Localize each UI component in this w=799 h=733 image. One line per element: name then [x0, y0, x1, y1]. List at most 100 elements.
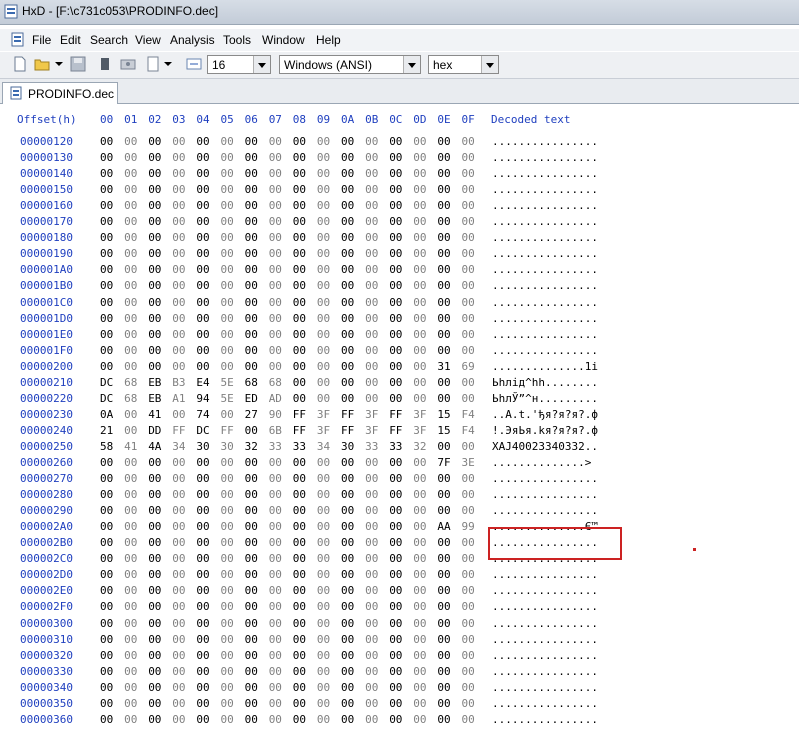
hex-byte[interactable]: 00	[269, 504, 287, 517]
hex-byte[interactable]: 00	[196, 183, 214, 196]
hex-byte[interactable]: 00	[245, 183, 263, 196]
hex-byte[interactable]: 00	[317, 520, 335, 533]
hex-byte[interactable]: 00	[389, 472, 407, 485]
hex-byte[interactable]: 00	[124, 568, 142, 581]
hex-byte[interactable]: 00	[389, 584, 407, 597]
hex-byte[interactable]: 00	[413, 504, 431, 517]
hex-byte[interactable]: 00	[172, 296, 190, 309]
hex-byte[interactable]: 00	[148, 488, 166, 501]
hex-byte[interactable]: 00	[124, 167, 142, 180]
hex-byte[interactable]: DD	[148, 424, 166, 437]
hex-byte[interactable]: 00	[148, 584, 166, 597]
hex-byte[interactable]: 00	[437, 600, 455, 613]
hex-byte[interactable]: 00	[100, 328, 118, 341]
hex-byte[interactable]: 00	[413, 135, 431, 148]
hex-byte[interactable]: 00	[389, 247, 407, 260]
hex-byte[interactable]: 00	[293, 472, 311, 485]
hex-byte[interactable]: 00	[221, 199, 239, 212]
hex-byte[interactable]: 00	[100, 247, 118, 260]
hex-byte[interactable]: 00	[124, 600, 142, 613]
hex-byte[interactable]: 00	[221, 263, 239, 276]
hex-byte[interactable]: 00	[341, 520, 359, 533]
hex-byte[interactable]: 00	[148, 456, 166, 469]
chevron-down-icon[interactable]	[481, 56, 498, 73]
hex-byte[interactable]: 00	[437, 488, 455, 501]
hex-byte[interactable]: 00	[100, 151, 118, 164]
hex-byte[interactable]: 00	[462, 472, 480, 485]
hex-byte[interactable]: 00	[365, 135, 383, 148]
hex-byte[interactable]: 00	[172, 151, 190, 164]
hex-byte[interactable]: 00	[245, 360, 263, 373]
hex-byte[interactable]: 00	[365, 344, 383, 357]
hex-byte[interactable]: 00	[293, 584, 311, 597]
hex-byte[interactable]: 00	[437, 697, 455, 710]
hex-byte[interactable]: 00	[100, 263, 118, 276]
hex-byte[interactable]: 00	[389, 296, 407, 309]
hex-row[interactable]: 000001C0 00 00 00 00 00 00 00 00 00 00 00 00 00 00 00 00…	[0, 296, 799, 312]
hex-byte[interactable]: 00	[389, 600, 407, 613]
hex-byte[interactable]: 00	[462, 665, 480, 678]
hex-byte[interactable]: 00	[172, 312, 190, 325]
hex-byte[interactable]: 00	[148, 617, 166, 630]
hex-byte[interactable]: 00	[293, 215, 311, 228]
hex-byte[interactable]: 34	[317, 440, 335, 453]
hex-row[interactable]: 00000280 00 00 00 00 00 00 00 00 00 00 00 00 00 00 00 00…	[0, 488, 799, 504]
hex-byte[interactable]: 00	[293, 199, 311, 212]
hex-row[interactable]: 00000180 00 00 00 00 00 00 00 00 00 00 00 00 00 00 00 00…	[0, 231, 799, 247]
hex-byte[interactable]: 00	[196, 360, 214, 373]
hex-byte[interactable]: 00	[341, 344, 359, 357]
hex-byte[interactable]: 00	[172, 328, 190, 341]
hex-byte[interactable]: 00	[196, 600, 214, 613]
hex-byte[interactable]: 00	[100, 552, 118, 565]
hex-byte[interactable]: 00	[437, 344, 455, 357]
hex-byte[interactable]: 00	[221, 633, 239, 646]
hex-byte[interactable]: DC	[100, 376, 118, 389]
hex-byte[interactable]: 00	[437, 584, 455, 597]
hex-byte[interactable]: 00	[462, 584, 480, 597]
hex-byte[interactable]: 00	[293, 312, 311, 325]
decoded-text[interactable]: ................	[492, 681, 598, 694]
hex-byte[interactable]: 00	[389, 681, 407, 694]
hex-byte[interactable]: 00	[389, 263, 407, 276]
chevron-down-icon[interactable]	[163, 56, 173, 72]
hex-byte[interactable]: 00	[365, 697, 383, 710]
hex-byte[interactable]: 00	[100, 231, 118, 244]
hex-byte[interactable]: 00	[148, 472, 166, 485]
hex-byte[interactable]: 00	[365, 312, 383, 325]
hex-byte[interactable]: 00	[124, 151, 142, 164]
hex-byte[interactable]: 00	[124, 247, 142, 260]
hex-byte[interactable]: 58	[100, 440, 118, 453]
decoded-text[interactable]: ................	[492, 247, 598, 260]
decoded-text[interactable]: ................	[492, 328, 598, 341]
hex-byte[interactable]: 00	[124, 183, 142, 196]
hex-byte[interactable]: 00	[462, 312, 480, 325]
hex-byte[interactable]: 00	[269, 665, 287, 678]
hex-byte[interactable]: 00	[148, 504, 166, 517]
decoded-text[interactable]: ................	[492, 215, 598, 228]
hex-byte[interactable]: 00	[293, 247, 311, 260]
decoded-text[interactable]: ................	[492, 617, 598, 630]
hex-byte[interactable]: 00	[437, 296, 455, 309]
hex-byte[interactable]: 00	[124, 135, 142, 148]
hex-byte[interactable]: 00	[245, 520, 263, 533]
offset-base-select[interactable]: hex	[428, 55, 499, 74]
hex-byte[interactable]: 00	[341, 231, 359, 244]
hex-byte[interactable]: 30	[221, 440, 239, 453]
hex-byte[interactable]: FF	[341, 424, 359, 437]
hex-byte[interactable]: 00	[317, 665, 335, 678]
hex-byte[interactable]: 41	[148, 408, 166, 421]
hex-byte[interactable]: 00	[100, 279, 118, 292]
hex-byte[interactable]: 00	[293, 183, 311, 196]
hex-byte[interactable]: 00	[413, 488, 431, 501]
hex-byte[interactable]: 00	[245, 328, 263, 341]
hex-byte[interactable]: 00	[124, 552, 142, 565]
hex-byte[interactable]: 00	[341, 135, 359, 148]
hex-byte[interactable]: 3F	[365, 424, 383, 437]
hex-byte[interactable]: 00	[462, 344, 480, 357]
hex-byte[interactable]: 00	[124, 633, 142, 646]
hex-byte[interactable]: 99	[462, 520, 480, 533]
hex-byte[interactable]: 00	[293, 376, 311, 389]
hex-byte[interactable]: 00	[293, 600, 311, 613]
hex-byte[interactable]: 00	[317, 681, 335, 694]
hex-byte[interactable]: 00	[462, 617, 480, 630]
